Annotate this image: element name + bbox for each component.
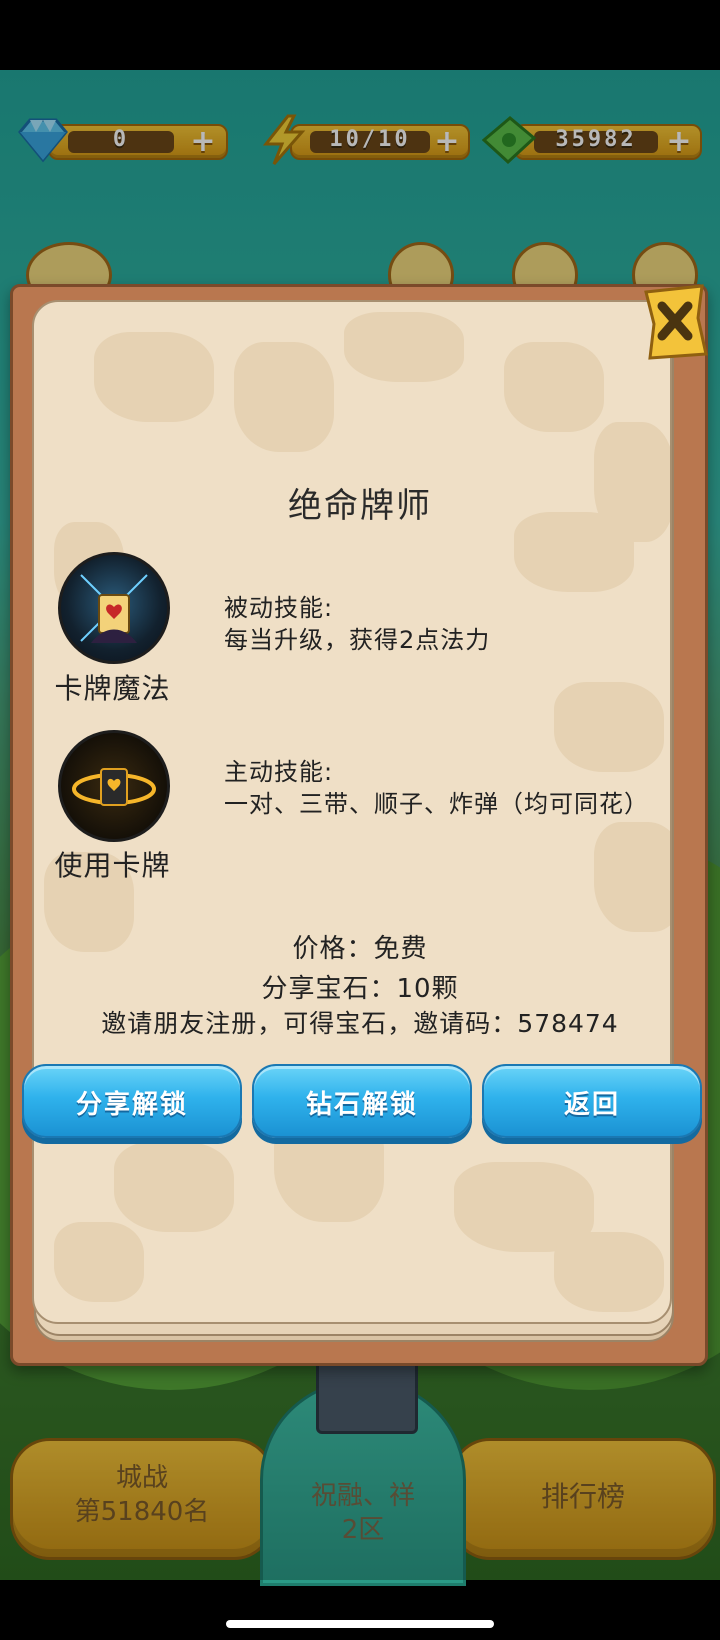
hero-title: 绝命牌师 bbox=[288, 486, 432, 526]
skill-2-type: 主动技能: bbox=[224, 758, 334, 786]
paper-texture bbox=[344, 312, 464, 382]
paper-texture bbox=[114, 1142, 234, 1232]
paper-texture bbox=[504, 342, 604, 432]
skill-1-name: 卡牌魔法 bbox=[54, 672, 171, 705]
diamond-unlock-label: 钻石解锁 bbox=[305, 1090, 418, 1120]
share-unlock-button[interactable]: 分享解锁 bbox=[22, 1064, 242, 1138]
price-text: 价格：免费 bbox=[292, 934, 428, 964]
paper-texture bbox=[234, 342, 334, 452]
back-button[interactable]: 返回 bbox=[482, 1064, 702, 1138]
use-cards-skill-icon bbox=[58, 730, 170, 842]
invite-text: 邀请朋友注册，可得宝石，邀请码：578474 bbox=[101, 1009, 619, 1038]
close-icon[interactable] bbox=[640, 282, 710, 362]
paper-texture bbox=[554, 1232, 664, 1312]
diamond-unlock-button[interactable]: 钻石解锁 bbox=[252, 1064, 472, 1138]
share-gems-text: 分享宝石：10颗 bbox=[261, 974, 459, 1004]
share-unlock-label: 分享解锁 bbox=[75, 1090, 188, 1120]
skill-2-name: 使用卡牌 bbox=[54, 849, 171, 882]
paper-texture bbox=[94, 332, 214, 422]
paper-texture bbox=[594, 822, 670, 932]
skill-1-description: 每当升级，获得2点法力 bbox=[224, 626, 491, 654]
skill-1-type: 被动技能: bbox=[224, 594, 334, 622]
back-label: 返回 bbox=[563, 1090, 620, 1120]
skill-2-description: 一对、三带、顺子、炸弹（均可同花） bbox=[224, 790, 649, 818]
paper-texture bbox=[54, 1222, 144, 1302]
card-magic-skill-icon bbox=[58, 552, 170, 664]
home-indicator[interactable] bbox=[226, 1620, 494, 1628]
